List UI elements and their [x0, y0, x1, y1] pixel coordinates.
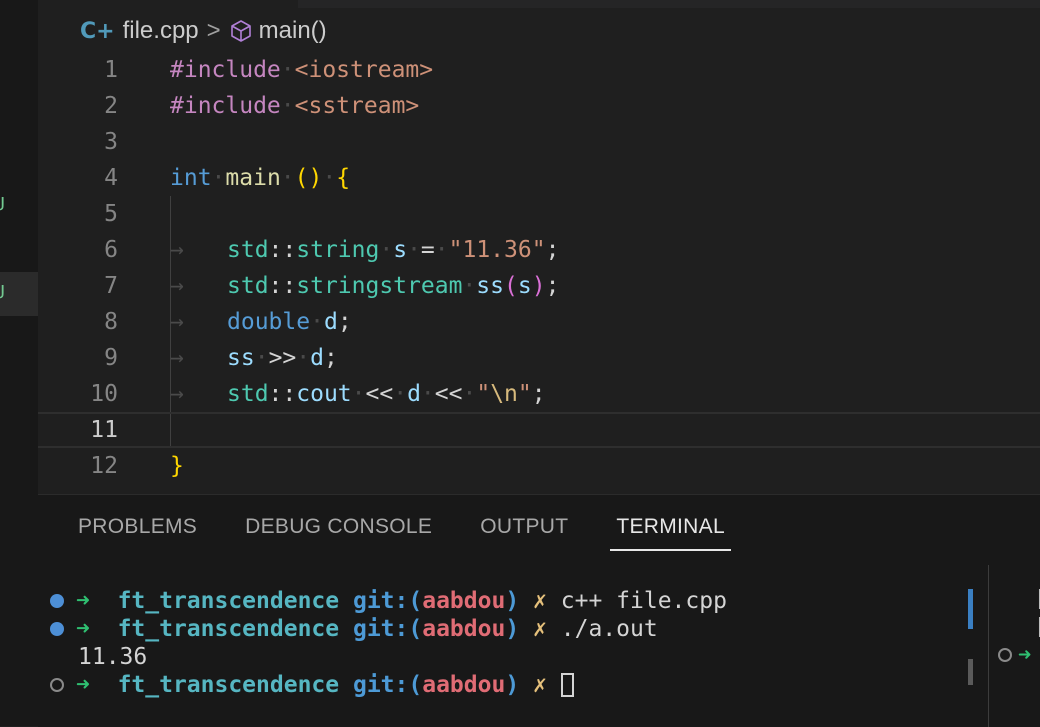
prompt-dir: ft_transcendence	[117, 616, 340, 642]
breadcrumb-file[interactable]: file.cpp	[123, 17, 199, 45]
terminal-cursor	[560, 673, 574, 697]
chevron-right-icon: >	[206, 17, 221, 44]
prompt-paren-open: (	[408, 588, 423, 614]
git-untracked-badge: U	[0, 282, 5, 303]
code-text: int · main ·() ·{	[170, 165, 351, 191]
code-line[interactable]: 7 → std:: stringstream · ss(s);	[38, 268, 1040, 304]
code-line[interactable]: 9 → ss · >> · d;	[38, 340, 1040, 376]
terminal-command: ./a.out	[560, 616, 658, 642]
cube-icon	[229, 19, 253, 43]
breadcrumb: C+ file.cpp > main()	[80, 14, 327, 48]
code-line[interactable]: 12 }	[38, 448, 1040, 484]
prompt-paren-open: (	[408, 616, 423, 642]
line-number: 3	[104, 129, 118, 155]
line-number: 7	[104, 273, 118, 299]
line-number: 12	[90, 453, 118, 479]
terminal-list-item[interactable]: [	[998, 585, 1040, 613]
prompt-git-label: git:	[352, 588, 409, 614]
line-number: 9	[104, 345, 118, 371]
code-text: → std:: stringstream · ss(s);	[170, 273, 560, 299]
prompt-arrow: ➜	[76, 588, 90, 614]
terminal[interactable]: ➜ ft_transcendence git:(aabdou) ✗ c++ fi…	[50, 587, 950, 699]
scrollbar-thumb[interactable]	[968, 659, 973, 685]
terminal-output: 11.36	[50, 643, 950, 671]
terminal-status-icon	[998, 648, 1012, 662]
code-text: }	[170, 453, 184, 479]
program-output: 11.36	[78, 644, 148, 670]
code-editor[interactable]: C+ file.cpp > main() 1 #include · <iostrea…	[38, 0, 1040, 494]
bottom-panel: PROBLEMS DEBUG CONSOLE OUTPUT TERMINAL ➜…	[38, 494, 1040, 727]
code-line[interactable]: 8 → double · d;	[38, 304, 1040, 340]
terminal-list-item[interactable]: [	[998, 613, 1040, 641]
code-text: #include · <iostream>	[170, 57, 434, 83]
prompt-dirty-mark: ✗	[533, 616, 547, 642]
line-number: 6	[104, 237, 118, 263]
prompt-git-label: git:	[352, 672, 409, 698]
command-success-icon[interactable]	[50, 622, 64, 636]
line-number: 5	[104, 201, 118, 227]
terminal-list-pane[interactable]: [ [ ➜	[998, 585, 1040, 669]
prompt-paren-close: )	[505, 672, 520, 698]
line-number: 8	[104, 309, 118, 335]
panel-tabs: PROBLEMS DEBUG CONSOLE OUTPUT TERMINAL	[78, 515, 779, 551]
terminal-list-item[interactable]: ➜	[998, 641, 1040, 669]
prompt-paren-open: (	[408, 672, 423, 698]
code-line[interactable]: 4 int · main ·() ·{	[38, 160, 1040, 196]
prompt-paren-close: )	[505, 616, 520, 642]
code-line[interactable]: 6 → std:: string · s · = · "11.36";	[38, 232, 1040, 268]
tab-debug-console[interactable]: DEBUG CONSOLE	[245, 515, 432, 551]
command-success-icon[interactable]	[50, 594, 64, 608]
prompt-arrow: ➜	[1018, 642, 1032, 668]
breadcrumb-symbol[interactable]: main()	[259, 17, 327, 45]
code-text: → ss · >> · d;	[170, 345, 338, 371]
code-line[interactable]: 2 #include · <sstream>	[38, 88, 1040, 124]
code-line[interactable]: 3	[38, 124, 1040, 160]
code-line[interactable]: 5	[38, 196, 1040, 232]
terminal-line: ➜ ft_transcendence git:(aabdou) ✗ ./a.ou…	[50, 615, 950, 643]
tab-terminal[interactable]: TERMINAL	[610, 515, 731, 551]
cpp-file-icon: C+	[80, 18, 115, 44]
terminal-line: ➜ ft_transcendence git:(aabdou) ✗	[50, 671, 950, 699]
terminal-split-divider[interactable]	[988, 565, 989, 727]
prompt-branch: aabdou	[422, 616, 506, 642]
code-line-current[interactable]: 11	[38, 412, 1040, 448]
line-number: 4	[104, 165, 118, 191]
terminal-line: ➜ ft_transcendence git:(aabdou) ✗ c++ fi…	[50, 587, 950, 615]
prompt-paren-close: )	[505, 588, 520, 614]
prompt-arrow: ➜	[76, 616, 90, 642]
code-line[interactable]: 1 #include · <iostream>	[38, 52, 1040, 88]
editor-tab-strip	[298, 0, 1040, 8]
sidebar-selected-item[interactable]	[0, 272, 38, 316]
line-number: 2	[104, 93, 118, 119]
scrollbar-marker	[968, 589, 973, 629]
tab-problems[interactable]: PROBLEMS	[78, 515, 197, 551]
prompt-arrow: ➜	[76, 672, 90, 698]
tab-output[interactable]: OUTPUT	[480, 515, 568, 551]
sidebar-strip: U U	[0, 0, 38, 726]
prompt-dir: ft_transcendence	[117, 588, 340, 614]
line-number: 11	[90, 417, 118, 443]
prompt-dirty-mark: ✗	[533, 588, 547, 614]
terminal-command: c++ file.cpp	[560, 588, 727, 614]
prompt-git-label: git:	[352, 616, 409, 642]
command-pending-icon	[50, 678, 64, 692]
prompt-branch: aabdou	[422, 672, 506, 698]
line-number: 1	[104, 57, 118, 83]
git-untracked-badge: U	[0, 194, 5, 215]
code-text: → double · d;	[170, 309, 352, 335]
code-text: → std:: string · s · = · "11.36";	[170, 237, 560, 263]
line-number: 10	[90, 381, 118, 407]
prompt-dirty-mark: ✗	[533, 672, 547, 698]
prompt-dir: ft_transcendence	[117, 672, 340, 698]
code-line[interactable]: 10 → std:: cout · << · d · << · " \n ";	[38, 376, 1040, 412]
prompt-branch: aabdou	[422, 588, 506, 614]
code-lines[interactable]: 1 #include · <iostream> 2 #include · <sstrea…	[38, 52, 1040, 484]
code-text: → std:: cout · << · d · << · " \n ";	[170, 381, 546, 407]
code-text: #include · <sstream>	[170, 93, 420, 119]
